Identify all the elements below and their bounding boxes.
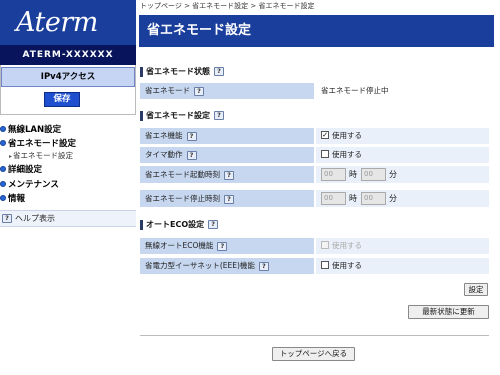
row-eco-function: 省エネ機能? ✓ 使用する: [140, 128, 489, 144]
nav-maintenance[interactable]: メンテナンス: [0, 178, 59, 190]
bullet-icon: [0, 180, 6, 187]
help-question-icon[interactable]: ?: [186, 131, 197, 141]
nav-wireless-lan[interactable]: 無線LAN設定: [0, 123, 61, 135]
page-title: 省エネモード設定: [139, 15, 494, 47]
row-label: 無線オートECO機能?: [140, 238, 314, 254]
eco-function-checkbox[interactable]: ✓: [321, 131, 329, 139]
eee-function-checkbox[interactable]: [321, 261, 329, 269]
nav-sub-eco-mode-settings[interactable]: ▸省エネモード設定: [9, 150, 73, 161]
timer-operation-checkbox[interactable]: [321, 150, 329, 158]
row-label: 省エネモード起動時刻?: [140, 166, 314, 183]
row-eee-function: 省電力型イーサネット(EEE)機能? 使用する: [140, 258, 489, 274]
setting-button[interactable]: 設定: [464, 283, 488, 296]
row-label: 省電力型イーサネット(EEE)機能?: [140, 258, 314, 274]
row-wireless-auto-eco: 無線オートECO機能? 使用する: [140, 238, 489, 254]
help-question-icon[interactable]: ?: [214, 67, 224, 76]
help-question-icon[interactable]: ?: [194, 86, 204, 96]
row-label: タイマ動作?: [140, 147, 314, 163]
back-to-top-button[interactable]: トップページへ戻る: [272, 347, 355, 361]
help-question-icon[interactable]: ?: [208, 220, 219, 229]
refresh-status-button[interactable]: 最新状態に更新: [408, 305, 489, 319]
help-question-icon: ?: [2, 214, 12, 223]
bullet-icon: [0, 194, 6, 201]
sidebar: Aterm ATERM-XXXXXX IPv4アクセス 保存 無線LAN設定 省…: [0, 0, 136, 375]
stop-hour-input[interactable]: 00: [321, 192, 346, 205]
save-button[interactable]: 保存: [44, 92, 80, 107]
start-hour-input[interactable]: 00: [321, 168, 346, 181]
breadcrumb: トップページ > 省エネモード設定 > 省エネモード設定: [140, 2, 315, 10]
row-eco-mode-status: 省エネモード? 省エネモード停止中: [140, 83, 489, 99]
row-eco-start-time: 省エネモード起動時刻? 00 時 00 分: [140, 166, 489, 183]
row-eco-stop-time: 省エネモード停止時刻? 00 時 00 分: [140, 190, 489, 207]
bullet-icon: [0, 139, 6, 146]
help-question-icon[interactable]: ?: [217, 241, 228, 251]
access-mode-box: IPv4アクセス: [1, 67, 135, 87]
bullet-icon: [0, 165, 6, 172]
divider: [140, 335, 489, 336]
bullet-icon: [0, 125, 6, 132]
help-display-link[interactable]: ? ヘルプ表示: [0, 210, 136, 227]
arrow-right-icon: ▸: [9, 153, 13, 160]
help-question-icon[interactable]: ?: [224, 194, 234, 204]
help-question-icon[interactable]: ?: [224, 170, 234, 180]
section-title-eco-status: 省エネモード状態?: [140, 66, 224, 78]
device-name: ATERM-XXXXXX: [0, 45, 136, 65]
help-question-icon[interactable]: ?: [214, 111, 224, 120]
row-label: 省エネモード停止時刻?: [140, 190, 314, 207]
nav-information[interactable]: 情報: [0, 192, 25, 204]
start-minute-input[interactable]: 00: [361, 168, 386, 181]
section-title-eco-settings: 省エネモード設定?: [140, 110, 224, 122]
eco-mode-status-value: 省エネモード停止中: [316, 83, 489, 99]
row-label: 省エネ機能?: [140, 128, 314, 144]
help-question-icon[interactable]: ?: [186, 150, 197, 160]
aterm-logo: Aterm: [0, 0, 136, 45]
nav-advanced-settings[interactable]: 詳細設定: [0, 163, 42, 175]
section-title-auto-eco: オートECO設定?: [140, 219, 219, 231]
help-question-icon[interactable]: ?: [258, 261, 269, 271]
stop-minute-input[interactable]: 00: [361, 192, 386, 205]
row-timer-operation: タイマ動作? 使用する: [140, 147, 489, 163]
wireless-auto-eco-checkbox[interactable]: [321, 241, 329, 249]
nav-eco-mode[interactable]: 省エネモード設定: [0, 137, 76, 149]
row-label: 省エネモード?: [140, 83, 314, 99]
